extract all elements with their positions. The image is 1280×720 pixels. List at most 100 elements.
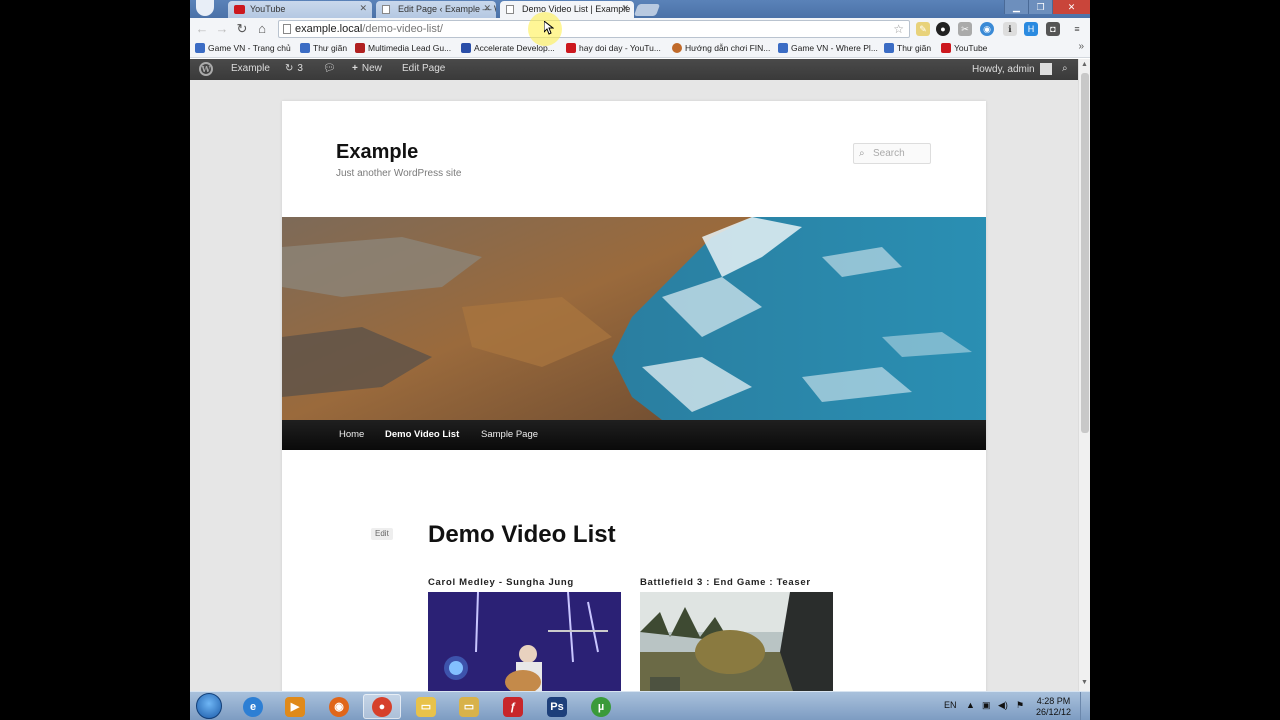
wordpress-icon[interactable]: W (199, 62, 213, 76)
browser-profile-icon[interactable] (196, 0, 214, 16)
action-center-icon[interactable]: ⚑ (1016, 700, 1024, 711)
record-extension-icon[interactable]: ● (936, 22, 950, 36)
scroll-up-icon[interactable]: ▲ (1081, 61, 1088, 68)
bookmark-label: Thư giãn (313, 43, 348, 53)
volume-icon[interactable]: ◀) (998, 700, 1008, 711)
close-tab-icon[interactable]: ✕ (359, 3, 367, 14)
taskbar-ie[interactable]: e (234, 694, 272, 719)
close-tab-icon[interactable]: ✕ (483, 3, 491, 14)
language-indicator[interactable]: EN (944, 700, 957, 710)
battlefield-scene-image (640, 592, 833, 691)
forward-button[interactable]: → (214, 21, 230, 37)
hi-extension-icon[interactable]: H (1024, 22, 1038, 36)
taskbar-chrome[interactable]: ● (363, 694, 401, 719)
globe-extension-icon[interactable]: ◉ (980, 22, 994, 36)
site-title[interactable]: Example (336, 141, 418, 164)
search-input[interactable]: ⌕ Search (853, 143, 931, 164)
people-icon (884, 43, 894, 53)
scroll-down-icon[interactable]: ▼ (1081, 679, 1088, 686)
edit-page-label: Edit Page (402, 63, 446, 74)
nav-item-sample-page[interactable]: Sample Page (481, 429, 538, 440)
video-title[interactable]: Carol Medley - Sungha Jung (428, 577, 621, 588)
new-tab-button[interactable] (633, 4, 661, 16)
tools-extension-icon[interactable]: ✂ (958, 22, 972, 36)
video-title[interactable]: Battlefield 3 : End Game : Teaser (640, 577, 833, 588)
admin-bar-search[interactable]: ⌕ (1062, 63, 1068, 74)
bookmark-item[interactable]: Thư giãn (884, 43, 931, 53)
admin-bar-updates[interactable]: ↻ 3 (285, 63, 303, 74)
taskbar-clock[interactable]: 4:28 PM 26/12/12 (1036, 696, 1071, 718)
close-window-button[interactable]: ✕ (1052, 0, 1090, 14)
nav-item-home[interactable]: Home (339, 429, 364, 440)
taskbar-firefox[interactable]: ◉ (320, 694, 358, 719)
taskbar-utorrent[interactable]: µ (582, 694, 620, 719)
media-player-icon: ▶ (285, 696, 305, 717)
windows-taskbar: e ▶ ◉ ● ▭ ▭ ƒ Ps µ EN ▲ ▣ ◀) ⚑ 4:28 PM 2… (190, 691, 1090, 720)
camera-extension-icon[interactable]: ◘ (1046, 22, 1060, 36)
close-tab-icon[interactable]: ✕ (621, 3, 629, 14)
taskbar-media[interactable]: ▶ (276, 694, 314, 719)
header-image[interactable] (282, 217, 986, 420)
admin-bar-edit-page[interactable]: Edit Page (402, 63, 445, 74)
video-item[interactable]: Carol Medley - Sungha Jung (428, 577, 621, 691)
nav-item-demo-video-list[interactable]: Demo Video List (385, 429, 459, 440)
more-bookmarks-icon[interactable]: » (1078, 41, 1084, 52)
admin-bar-new[interactable]: + New (352, 63, 382, 74)
start-button[interactable] (196, 693, 222, 719)
bookmark-item[interactable]: Game VN - Trang chủ (195, 43, 291, 53)
window-controls: ▁ ❐ ✕ (1004, 0, 1090, 14)
bookmark-star-icon[interactable]: ☆ (893, 21, 904, 37)
youtube-icon (566, 43, 576, 53)
address-bar[interactable]: example.local/demo-video-list/ ☆ (278, 20, 910, 38)
desktop-screen: YouTube ✕ Edit Page ‹ Example — Wo ✕ Dem… (0, 0, 1280, 720)
video-thumbnail[interactable] (428, 592, 621, 691)
page-scrollbar[interactable]: ▲ ▼ (1078, 59, 1090, 691)
admin-bar-site-name[interactable]: Example (231, 63, 270, 74)
people-icon (778, 43, 788, 53)
bookmark-item[interactable]: Thư giãn (300, 43, 347, 53)
browser-toolbar: ← → ↻ ⌂ example.local/demo-video-list/ ☆… (190, 18, 1090, 40)
back-button[interactable]: ← (194, 21, 210, 37)
taskbar-photoshop[interactable]: Ps (538, 694, 576, 719)
bookmark-item[interactable]: Game VN - Where Pl... (778, 43, 878, 53)
reload-button[interactable]: ↻ (234, 21, 250, 37)
taskbar-flash[interactable]: ƒ (494, 694, 532, 719)
tray-expand-icon[interactable]: ▲ (966, 700, 975, 710)
howdy-label: Howdy, admin (972, 63, 1035, 75)
video-thumbnail[interactable] (640, 592, 833, 691)
site-page: Example Just another WordPress site ⌕ Se… (282, 101, 986, 691)
minimize-button[interactable]: ▁ (1004, 0, 1028, 14)
tab-label: YouTube (250, 4, 286, 14)
folder-icon: ▭ (416, 696, 436, 717)
info-extension-icon[interactable]: ℹ (1003, 22, 1017, 36)
show-desktop-button[interactable] (1080, 692, 1090, 720)
tab-edit-page[interactable]: Edit Page ‹ Example — Wo ✕ (376, 1, 496, 18)
menu-icon[interactable]: ≡ (1070, 22, 1084, 36)
bookmark-label: Game VN - Where Pl... (791, 43, 878, 53)
home-button[interactable]: ⌂ (254, 21, 270, 37)
video-item[interactable]: Battlefield 3 : End Game : Teaser (640, 577, 833, 691)
bookmark-item[interactable]: hay doi day - YouTu... (566, 43, 661, 53)
bookmark-label: YouTube (954, 43, 988, 53)
admin-bar-account[interactable]: Howdy, admin (972, 63, 1052, 75)
bookmark-item[interactable]: YouTube (941, 43, 987, 53)
tab-youtube[interactable]: YouTube ✕ (228, 1, 372, 18)
taskbar-folder[interactable]: ▭ (450, 694, 488, 719)
site-name-label: Example (231, 63, 270, 74)
tab-demo-video-list[interactable]: Demo Video List | Example ✕ (500, 1, 634, 18)
taskbar-explorer[interactable]: ▭ (407, 694, 445, 719)
maximize-button[interactable]: ❐ (1028, 0, 1052, 14)
youtube-icon (941, 43, 951, 53)
bookmark-label: Multimedia Lead Gu... (368, 43, 452, 53)
updates-count: 3 (297, 63, 303, 74)
scrollbar-thumb[interactable] (1081, 73, 1089, 433)
bookmark-item[interactable]: Multimedia Lead Gu... (355, 43, 451, 53)
edit-link[interactable]: Edit (371, 528, 393, 540)
people-icon (195, 43, 205, 53)
network-icon[interactable]: ▣ (982, 700, 991, 711)
wp-admin-bar: W Example ↻ 3 💬︎ + New Edit Page Howdy, ad… (190, 59, 1090, 80)
pencil-extension-icon[interactable]: ✎ (916, 22, 930, 36)
bookmark-item[interactable]: Hướng dẫn chơi FIN... (672, 43, 770, 53)
admin-bar-comments[interactable]: 💬︎ (323, 63, 336, 74)
page-icon (382, 5, 390, 14)
